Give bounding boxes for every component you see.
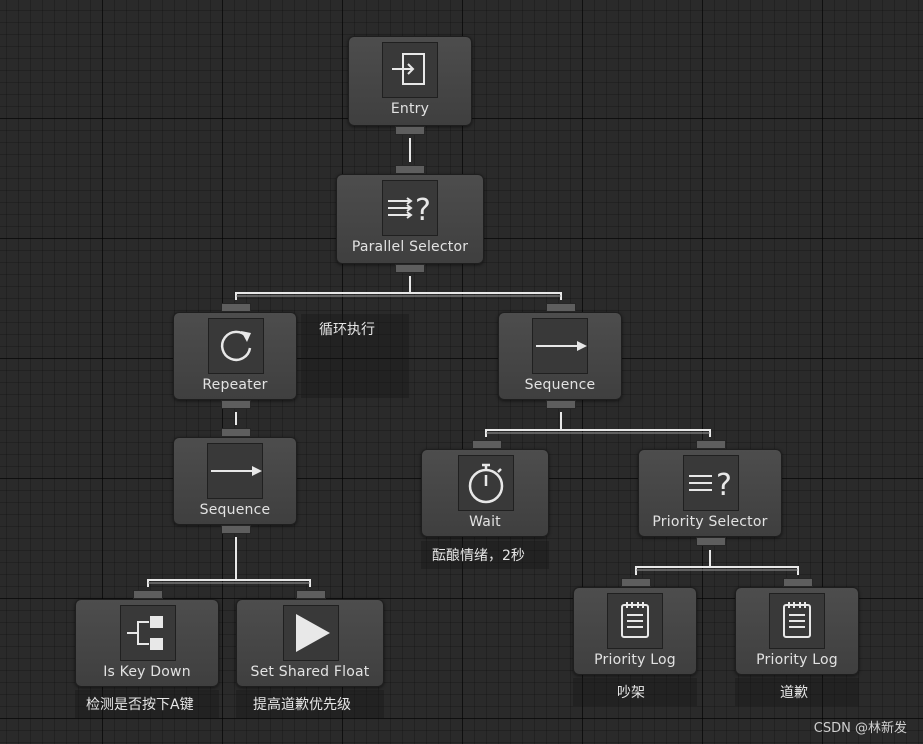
watermark: CSDN @林新发 <box>813 721 907 736</box>
entry-icon <box>382 42 438 98</box>
priority-log-2-node[interactable]: Priority Log <box>735 578 859 675</box>
sequence-right-output-port[interactable] <box>546 400 576 409</box>
stopwatch-icon <box>458 455 514 511</box>
sequence-right-input-port[interactable] <box>546 303 576 312</box>
priority-log-1-node[interactable]: Priority Log <box>573 578 697 675</box>
repeater-output-port[interactable] <box>221 400 251 409</box>
repeater-input-port[interactable] <box>221 303 251 312</box>
set-shared-float-input-port[interactable] <box>296 590 326 599</box>
sequence-left-output-port[interactable] <box>221 525 251 534</box>
parallel-selector-input-port[interactable] <box>395 165 425 174</box>
wait-input-port[interactable] <box>472 440 502 449</box>
priority-log-2-input-port[interactable] <box>783 578 813 587</box>
parallel-selector-label: Parallel Selector <box>351 239 469 255</box>
wait-label: Wait <box>469 514 501 530</box>
sequence-left-input-port[interactable] <box>221 428 251 437</box>
entry-label: Entry <box>390 101 430 117</box>
log-notepad-icon <box>607 593 663 649</box>
priority-log-1-label: Priority Log <box>594 652 676 668</box>
repeat-icon <box>208 318 264 374</box>
repeater-label: Repeater <box>202 377 268 393</box>
entry-output-port[interactable] <box>395 126 425 135</box>
conditional-branch-icon <box>120 605 176 661</box>
sequence-left-node[interactable]: Sequence <box>173 428 297 534</box>
entry-node[interactable]: Entry <box>348 36 472 135</box>
priority-selector-icon: ? <box>683 455 739 511</box>
set-shared-float-label: Set Shared Float <box>250 664 370 680</box>
arrow-right-icon <box>207 443 263 499</box>
log-notepad-icon <box>769 593 825 649</box>
play-icon <box>283 605 339 661</box>
priority-selector-output-port[interactable] <box>696 537 726 546</box>
priority-selector-node[interactable]: ? Priority Selector <box>638 440 782 546</box>
wait-comment: 酝酿情绪，2秒 <box>421 541 549 569</box>
sequence-left-label: Sequence <box>199 502 271 518</box>
wait-node[interactable]: Wait <box>421 440 549 537</box>
priority-log-1-comment: 吵架 <box>573 678 697 706</box>
repeater-node[interactable]: Repeater <box>173 303 297 409</box>
parallel-selector-icon: ? <box>382 180 438 236</box>
priority-log-1-input-port[interactable] <box>621 578 651 587</box>
is-key-down-label: Is Key Down <box>103 664 191 680</box>
priority-log-2-label: Priority Log <box>756 652 838 668</box>
is-key-down-input-port[interactable] <box>133 590 163 599</box>
repeater-comment: 循环执行 <box>301 314 409 398</box>
is-key-down-node[interactable]: Is Key Down <box>75 590 219 687</box>
sequence-right-label: Sequence <box>524 377 596 393</box>
set-shared-float-comment: 提高道歉优先级 <box>236 690 384 718</box>
priority-selector-label: Priority Selector <box>652 514 768 530</box>
parallel-selector-output-port[interactable] <box>395 264 425 273</box>
svg-text:?: ? <box>716 468 732 503</box>
priority-selector-input-port[interactable] <box>696 440 726 449</box>
priority-log-2-comment: 道歉 <box>735 678 859 706</box>
sequence-right-node[interactable]: Sequence <box>498 303 622 409</box>
set-shared-float-node[interactable]: Set Shared Float <box>236 590 384 687</box>
arrow-right-icon <box>532 318 588 374</box>
parallel-selector-node[interactable]: ? Parallel Selector <box>336 165 484 273</box>
svg-text:?: ? <box>415 193 431 228</box>
is-key-down-comment: 检测是否按下A键 <box>75 690 219 718</box>
